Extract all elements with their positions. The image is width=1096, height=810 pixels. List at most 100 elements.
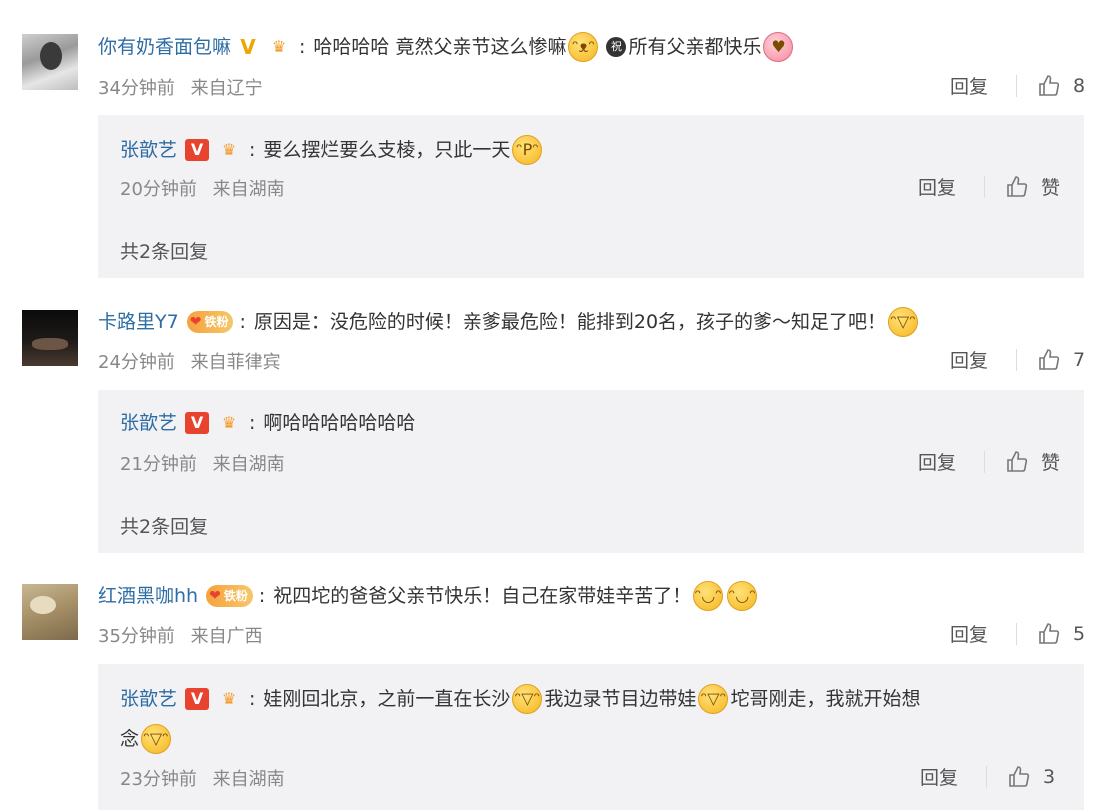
reply-meta: 20分钟前 来自湖南 — [120, 175, 285, 201]
timestamp: 35分钟前 — [98, 626, 175, 647]
colon: : — [258, 585, 266, 607]
like-count: 7 — [1073, 348, 1086, 371]
reply-username[interactable]: 张歆艺 — [120, 137, 177, 163]
fan-badge-label: 铁粉 — [204, 315, 229, 329]
divider — [1016, 348, 1018, 371]
avatar[interactable] — [22, 310, 78, 366]
reply-actions: 回复 3 — [920, 763, 1055, 790]
username[interactable]: 红酒黑咖hh — [98, 583, 198, 609]
timestamp: 34分钟前 — [98, 78, 175, 99]
reply-meta: 23分钟前 来自湖南 — [120, 765, 285, 791]
reply-button[interactable]: 回复 — [918, 448, 956, 475]
comment-meta: 35分钟前 来自广西 — [98, 622, 263, 648]
like-button[interactable]: 8 — [1037, 74, 1085, 98]
location: 来自广西 — [190, 626, 263, 647]
like-button[interactable]: 赞 — [1005, 173, 1060, 200]
location: 来自湖南 — [212, 454, 285, 475]
reply-button[interactable]: 回复 — [950, 620, 988, 647]
colon: : — [249, 139, 256, 161]
divider — [986, 765, 988, 788]
reply-text-2: 我边录节目边带娃 — [544, 688, 697, 710]
tears-of-joy-icon: ᵔ▽ᵔ — [512, 684, 543, 714]
reply-button[interactable]: 回复 — [950, 72, 988, 99]
comment-text: 原因是：没危险的时候！亲爹最危险！能排到20名，孩子的爹～知足了吧！ — [253, 311, 887, 333]
reply-box: 张歆艺 V ♛ : 要么摆烂要么支棱，只此一天 ᵔPᵔ 20分钟前 来自湖南 回… — [98, 115, 1084, 278]
reply-text-3: 坨哥刚走，我就开始想 — [730, 688, 921, 710]
like-button[interactable]: 7 — [1037, 348, 1085, 372]
reply-username[interactable]: 张歆艺 — [120, 410, 177, 436]
tears-of-joy-icon: ᵔ▽ᵔ — [698, 684, 729, 714]
colon: : — [249, 688, 256, 710]
like-label: 赞 — [1041, 452, 1061, 474]
view-more-replies-link[interactable]: 共2条回复 — [120, 237, 208, 264]
comment-actions: 回复 8 — [950, 72, 1085, 99]
heart-icon: ❤ — [189, 314, 202, 330]
reply-button[interactable]: 回复 — [950, 346, 988, 373]
divider — [984, 175, 986, 198]
reply-text-4: 念 — [120, 728, 140, 750]
colon: : — [299, 36, 306, 58]
reply-actions: 回复 赞 — [918, 448, 1060, 475]
reply-actions: 回复 赞 — [918, 173, 1060, 200]
colon: : — [249, 412, 256, 434]
like-count: 8 — [1073, 74, 1086, 97]
reply-box: 张歆艺 V ♛ : 娃刚回北京，之前一直在长沙 ᵔ▽ᵔ 我边录节目边带娃 ᵔ▽ᵔ… — [98, 664, 1084, 810]
timestamp: 21分钟前 — [120, 454, 197, 475]
comment-text: 祝四坨的爸爸父亲节快乐！自己在家带娃辛苦了！ — [273, 585, 692, 607]
like-button[interactable]: 赞 — [1005, 448, 1060, 475]
reply-button[interactable]: 回复 — [920, 763, 958, 790]
reply-username[interactable]: 张歆艺 — [120, 686, 177, 712]
reply-text: 要么摆烂要么支棱，只此一天 — [263, 139, 511, 161]
comment-actions: 回复 5 — [950, 620, 1085, 647]
thumbs-up-icon — [1039, 348, 1060, 370]
fan-badge-label: 铁粉 — [223, 589, 248, 603]
medal-icon: ♛ — [221, 413, 237, 432]
colon: : — [239, 311, 246, 333]
location: 来自湖南 — [212, 769, 285, 790]
like-label: 赞 — [1041, 177, 1061, 199]
heart-icon: ❤ — [209, 588, 221, 604]
comment-text-2: 所有父亲都快乐 — [628, 36, 762, 58]
fan-badge: ❤ 铁粉 — [186, 311, 234, 333]
tongue-out-face-icon: ᵔPᵔ — [512, 135, 543, 165]
location: 来自湖南 — [212, 179, 285, 200]
thumbs-up-icon — [1039, 622, 1060, 644]
reply-box: 张歆艺 V ♛ : 啊哈哈哈哈哈哈哈 21分钟前 来自湖南 回复 赞 共2条回复 — [98, 390, 1084, 553]
view-more-replies-link[interactable]: 共2条回复 — [120, 512, 208, 539]
reply-meta: 21分钟前 来自湖南 — [120, 450, 285, 476]
divider — [1016, 74, 1018, 97]
reply-button[interactable]: 回复 — [918, 173, 956, 200]
like-count: 5 — [1073, 622, 1086, 645]
fan-badge: ❤ 铁粉 — [206, 585, 253, 607]
username[interactable]: 卡路里Y7 — [98, 309, 179, 335]
thumbs-up-icon — [1039, 74, 1060, 96]
location: 来自辽宁 — [190, 78, 263, 99]
circle-badge: 祝 — [606, 37, 627, 57]
comment-meta: 34分钟前 来自辽宁 — [98, 74, 263, 100]
vip-badge: V — [185, 412, 210, 434]
thumbs-up-icon — [1009, 765, 1030, 787]
comment-meta: 24分钟前 来自菲律宾 — [98, 348, 281, 374]
avatar[interactable] — [22, 584, 78, 640]
divider — [984, 450, 986, 473]
vip-badge: V — [185, 139, 210, 161]
like-button[interactable]: 5 — [1037, 622, 1085, 646]
username[interactable]: 你有奶香面包嘛 — [98, 34, 231, 60]
verified-v-icon: V — [240, 35, 256, 59]
like-count: 3 — [1043, 765, 1056, 788]
comment-text: 哈哈哈哈 竟然父亲节这么惨嘛 — [313, 36, 567, 58]
medal-icon: ♛ — [221, 140, 237, 159]
avatar[interactable] — [22, 34, 78, 90]
laughing-face-icon: ᵔᴥᵔ — [568, 32, 599, 62]
thumbs-up-icon — [1007, 175, 1028, 197]
like-button[interactable]: 3 — [1007, 765, 1055, 789]
tears-of-joy-icon: ᵔ▽ᵔ — [141, 724, 172, 754]
heart-eyes-face-icon: ♥ — [763, 32, 794, 62]
comment-actions: 回复 7 — [950, 346, 1085, 373]
thumbs-up-icon — [1007, 450, 1028, 472]
reply-text: 啊哈哈哈哈哈哈哈 — [263, 412, 416, 434]
divider — [1016, 622, 1018, 645]
timestamp: 24分钟前 — [98, 352, 175, 373]
vip-badge: V — [185, 688, 210, 710]
medal-icon: ♛ — [271, 37, 287, 56]
